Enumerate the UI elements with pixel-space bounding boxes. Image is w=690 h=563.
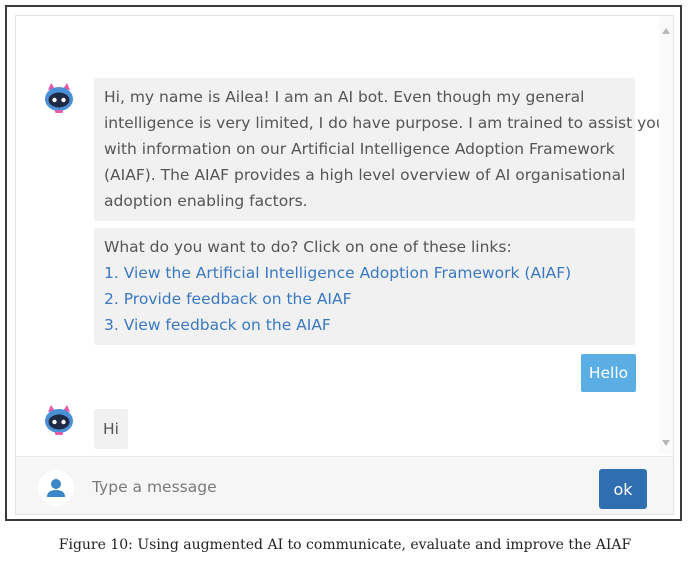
message-scrollbar[interactable] bbox=[659, 16, 673, 454]
figure-caption: Figure 10: Using augmented AI to communi… bbox=[58, 537, 632, 553]
message-line: with information on our Artificial Intel… bbox=[104, 140, 615, 158]
options-prompt: What do you want to do? Click on one of … bbox=[104, 238, 512, 256]
user-message: Hello bbox=[581, 354, 636, 392]
link-view-feedback[interactable]: 3. View feedback on the AIAF bbox=[104, 312, 625, 338]
message-line: (AIAF). The AIAF provides a high level o… bbox=[104, 166, 626, 184]
scroll-up-arrow-icon[interactable] bbox=[662, 28, 670, 34]
link-view-aiaf[interactable]: 1. View the Artificial Intelligence Adop… bbox=[104, 260, 625, 286]
bot-options-message: What do you want to do? Click on one of … bbox=[94, 228, 635, 345]
message-line: Hi, my name is Ailea! I am an AI bot. Ev… bbox=[104, 88, 585, 106]
send-button[interactable]: ok bbox=[599, 469, 647, 509]
message-line: intelligence is very limited, I do have … bbox=[104, 114, 660, 132]
message-composer: ok bbox=[16, 456, 673, 514]
bot-intro-message: Hi, my name is Ailea! I am an AI bot. Ev… bbox=[94, 78, 660, 221]
link-provide-feedback[interactable]: 2. Provide feedback on the AIAF bbox=[104, 286, 625, 312]
scroll-down-arrow-icon[interactable] bbox=[662, 440, 670, 446]
robot-icon bbox=[45, 83, 73, 113]
message-line: adoption enabling factors. bbox=[104, 192, 308, 210]
user-icon bbox=[38, 470, 74, 506]
message-input[interactable] bbox=[90, 471, 584, 503]
robot-icon bbox=[45, 405, 73, 435]
figure-frame: Hi, my name is Ailea! I am an AI bot. Ev… bbox=[5, 5, 682, 521]
chat-window: Hi, my name is Ailea! I am an AI bot. Ev… bbox=[15, 15, 674, 515]
message-list: Hi, my name is Ailea! I am an AI bot. Ev… bbox=[16, 16, 660, 454]
bot-reply-message: Hi bbox=[94, 409, 128, 449]
